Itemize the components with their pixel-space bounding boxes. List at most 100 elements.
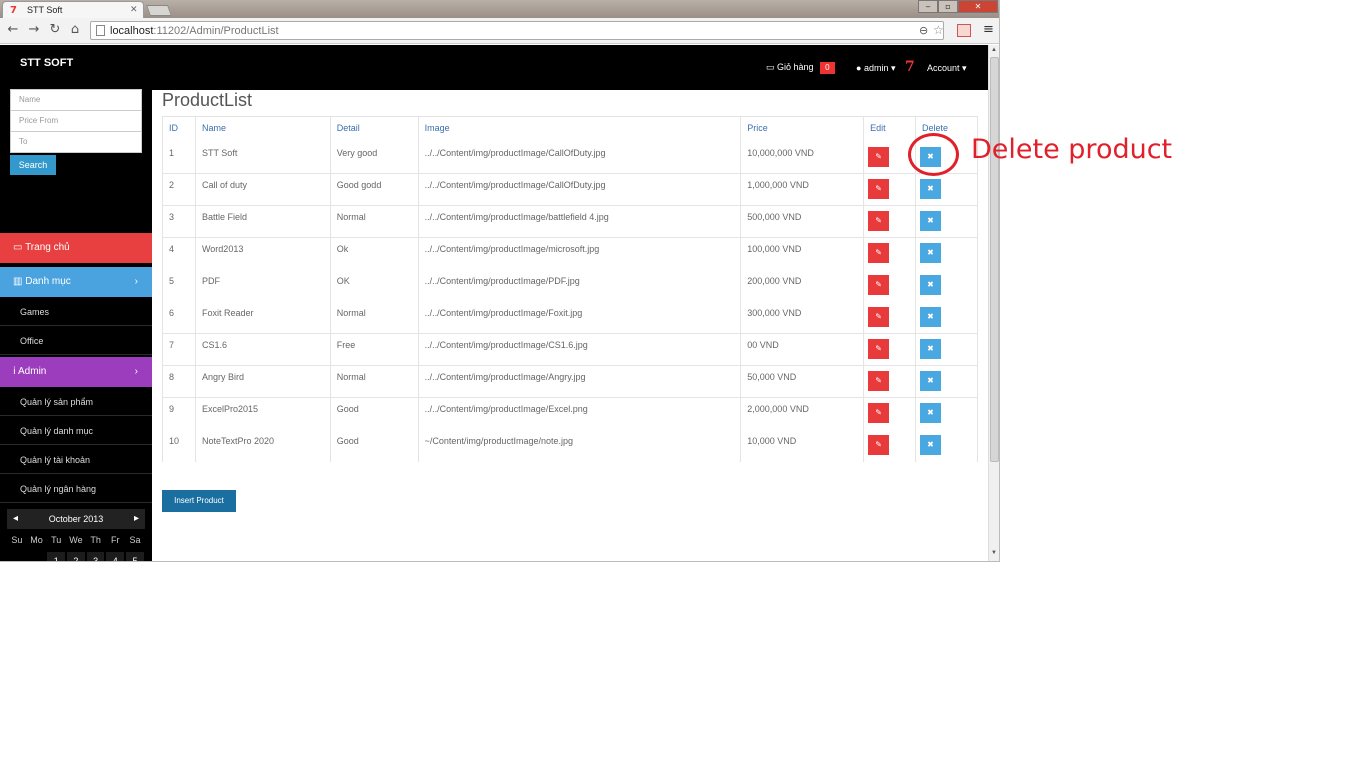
sidebar-item-manage-banks[interactable]: Quản lý ngân hàng xyxy=(0,475,152,503)
sidebar-item-category[interactable]: ▥ Danh mục › xyxy=(0,267,152,297)
sidebar-item-home[interactable]: ▭ Trang chủ xyxy=(0,233,152,263)
pencil-icon[interactable]: ✎ xyxy=(868,179,890,199)
annotation-label: Delete product xyxy=(971,134,1173,165)
vertical-scrollbar[interactable]: ▲ ▼ xyxy=(988,45,999,561)
cart-link[interactable]: ▭ Giỏ hàng 0 xyxy=(766,62,835,74)
cell-price: 00 VND xyxy=(740,333,865,366)
delete-x-icon[interactable]: ✖ xyxy=(920,339,942,359)
sidebar-item-office[interactable]: Office xyxy=(0,327,152,355)
pencil-icon[interactable]: ✎ xyxy=(868,434,890,455)
pencil-icon[interactable]: ✎ xyxy=(868,243,890,263)
cell-id: 10 xyxy=(162,429,196,462)
sidebar-item-manage-categories[interactable]: Quản lý danh mục xyxy=(0,417,152,445)
window-close-icon[interactable]: ✕ xyxy=(958,0,998,13)
sidebar-item-manage-accounts[interactable]: Quản lý tài khoản xyxy=(0,446,152,474)
sidebar-item-label: Admin xyxy=(18,366,47,377)
forward-arrow-icon[interactable]: → xyxy=(27,23,41,37)
cell-edit: ✎ xyxy=(863,333,917,366)
extension-icon[interactable] xyxy=(957,24,971,37)
bookmark-star-icon[interactable]: ☆ xyxy=(933,23,944,37)
calendar-day[interactable]: 2 xyxy=(66,551,86,561)
cell-price: 300,000 VND xyxy=(740,301,865,334)
reload-icon[interactable]: ↻ xyxy=(48,23,62,37)
brand-logo[interactable]: STT SOFT xyxy=(20,57,73,69)
column-header-image: Image xyxy=(417,116,742,142)
sidebar-item-admin[interactable]: ⅰ Admin › xyxy=(0,357,152,387)
cell-id: 4 xyxy=(162,237,196,270)
delete-x-icon[interactable]: ✖ xyxy=(920,243,942,263)
column-header-id: ID xyxy=(162,116,196,142)
cell-image: ~/Content/img/productImage/note.jpg xyxy=(417,429,742,462)
search-button[interactable]: Search xyxy=(10,155,56,175)
sidebar: Name Price From To Search ▭ Trang chủ ▥ … xyxy=(0,89,152,561)
caret-down-icon: ▾ xyxy=(890,63,896,73)
delete-x-icon[interactable]: ✖ xyxy=(920,371,942,391)
calendar-day[interactable]: 1 xyxy=(46,551,67,561)
calendar-prev-icon[interactable]: ◂ xyxy=(13,509,18,529)
calendar-header: ◂ October 2013 ▸ xyxy=(7,509,145,529)
weekday: Th xyxy=(90,535,101,545)
cell-delete: ✖ xyxy=(915,173,978,206)
cell-detail: Good xyxy=(329,429,419,462)
delete-x-icon[interactable]: ✖ xyxy=(920,434,942,455)
cell-image: ../../Content/img/productImage/CallOfDut… xyxy=(417,173,742,206)
cell-image: ../../Content/img/productImage/Angry.jpg xyxy=(417,365,742,398)
table-header-row: ID Name Detail Image Price Edit Delete xyxy=(162,116,978,142)
cell-price: 200,000 VND xyxy=(740,269,865,302)
price-from-input[interactable]: Price From xyxy=(10,110,142,132)
pencil-icon[interactable]: ✎ xyxy=(868,306,890,327)
column-header-price: Price xyxy=(740,116,865,142)
new-tab-button[interactable] xyxy=(145,5,173,16)
zoom-icon[interactable]: ⊖ xyxy=(919,24,928,37)
cell-name: Foxit Reader xyxy=(194,301,331,334)
pencil-icon[interactable]: ✎ xyxy=(868,371,890,391)
url-text[interactable]: localhost:11202/Admin/ProductList xyxy=(110,25,279,37)
admin-icon: ⅰ xyxy=(13,366,16,377)
cell-price: 1,000,000 VND xyxy=(740,173,865,206)
delete-x-icon[interactable]: ✖ xyxy=(920,403,942,423)
delete-x-icon[interactable]: ✖ xyxy=(920,179,942,199)
scroll-down-icon[interactable]: ▼ xyxy=(991,550,997,556)
cell-id: 5 xyxy=(162,269,196,302)
scroll-up-icon[interactable]: ▲ xyxy=(991,47,997,53)
minimize-icon[interactable]: ‒ xyxy=(918,0,938,13)
browser-tab[interactable]: 7 STT Soft ✕ xyxy=(2,1,144,18)
calendar-day[interactable]: 5 xyxy=(125,551,145,561)
pencil-icon[interactable]: ✎ xyxy=(868,403,890,423)
calendar-day[interactable]: 3 xyxy=(85,551,106,561)
cell-delete: ✖ xyxy=(915,429,978,462)
home-icon[interactable]: ⌂ xyxy=(68,23,82,37)
delete-x-icon[interactable]: ✖ xyxy=(920,306,942,327)
sidebar-item-manage-products[interactable]: Quản lý sản phẩm xyxy=(0,388,152,416)
price-to-input[interactable]: To xyxy=(10,131,142,153)
cell-detail: Ok xyxy=(329,237,419,270)
calendar-day[interactable]: 4 xyxy=(105,551,126,561)
pencil-icon[interactable]: ✎ xyxy=(868,274,890,295)
cell-edit: ✎ xyxy=(863,205,917,238)
user-menu[interactable]: ● admin ▾ xyxy=(856,63,896,74)
insert-product-button[interactable]: Insert Product xyxy=(162,490,236,512)
name-input[interactable]: Name xyxy=(10,89,142,111)
scrollbar-thumb[interactable] xyxy=(990,57,999,462)
calendar-next-icon[interactable]: ▸ xyxy=(134,509,139,529)
account-menu[interactable]: Account ▾ xyxy=(927,63,967,74)
tab-close-icon[interactable]: ✕ xyxy=(130,4,138,15)
delete-x-icon[interactable]: ✖ xyxy=(920,274,942,295)
favicon-icon: 7 xyxy=(10,5,17,16)
pencil-icon[interactable]: ✎ xyxy=(868,211,890,231)
weekday: We xyxy=(69,535,83,545)
cell-price: 100,000 VND xyxy=(740,237,865,270)
pencil-icon[interactable]: ✎ xyxy=(868,146,890,167)
maximize-icon[interactable]: ▫ xyxy=(938,0,958,13)
cell-name: PDF xyxy=(194,269,331,302)
delete-x-icon[interactable]: ✖ xyxy=(920,211,942,231)
cell-detail: Normal xyxy=(329,365,419,398)
sidebar-item-games[interactable]: Games xyxy=(0,298,152,326)
cart-count-badge: 0 xyxy=(820,62,835,74)
table-row: 5 PDF OK ../../Content/img/productImage/… xyxy=(162,269,978,302)
pencil-icon[interactable]: ✎ xyxy=(868,339,890,359)
menu-icon[interactable]: ≡ xyxy=(983,22,994,37)
back-arrow-icon[interactable]: ← xyxy=(6,23,20,37)
address-bar[interactable]: localhost:11202/Admin/ProductList ⊖ ☆ xyxy=(90,21,944,40)
table-row: 6 Foxit Reader Normal ../../Content/img/… xyxy=(162,301,978,334)
